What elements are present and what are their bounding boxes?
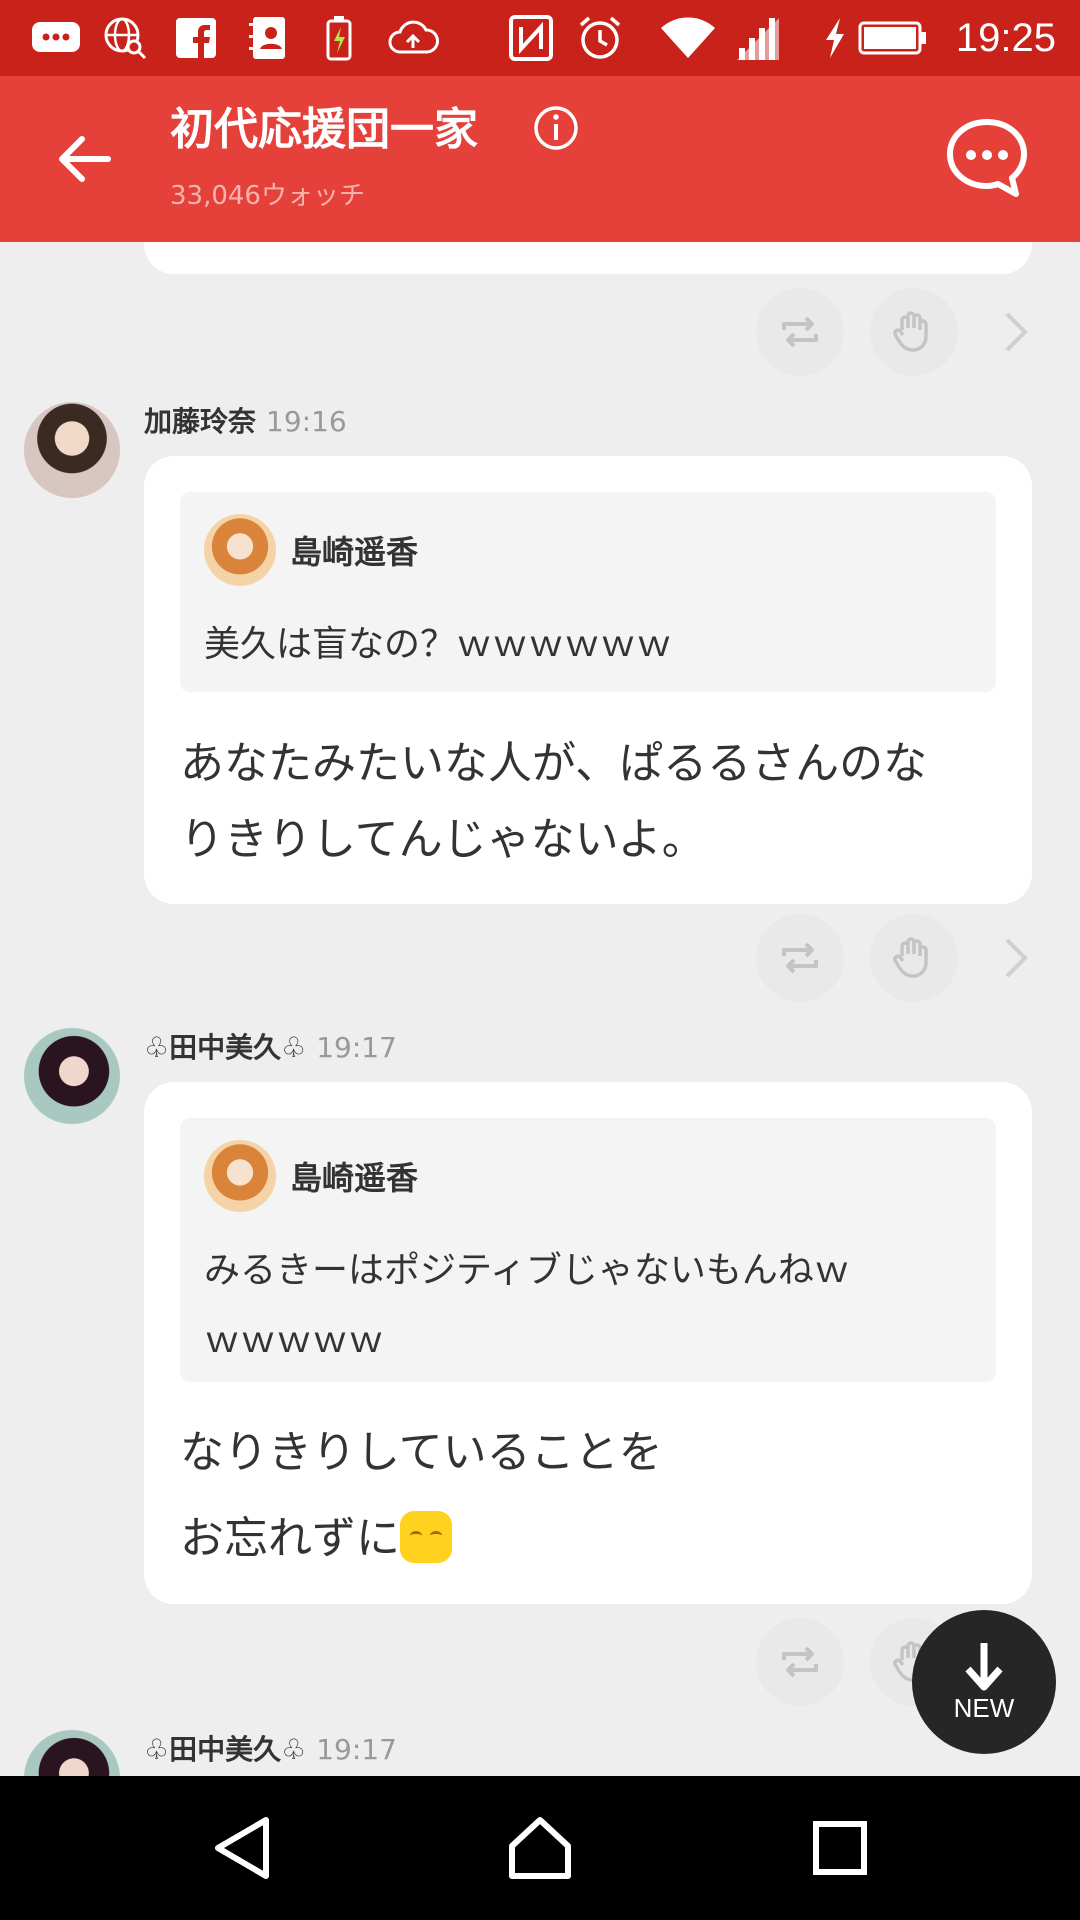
- repost-button[interactable]: [756, 288, 844, 376]
- facebook-icon: [174, 14, 218, 62]
- message-time: 19:16: [266, 405, 347, 438]
- new-messages-button[interactable]: NEW: [912, 1610, 1056, 1754]
- message-actions: [0, 914, 1080, 1004]
- quote-author: 島崎遥香: [290, 533, 419, 571]
- quote-author: 島崎遥香: [290, 1159, 419, 1197]
- repost-icon: [782, 942, 818, 974]
- repost-button[interactable]: [756, 1618, 844, 1706]
- wifi-icon: [658, 14, 718, 62]
- avatar[interactable]: [24, 1730, 120, 1776]
- author-name: ♧田中美久♧: [144, 1733, 307, 1766]
- previous-message-card: [144, 242, 1032, 274]
- recents-nav-button[interactable]: [792, 1800, 888, 1896]
- message-actions: [0, 288, 1080, 378]
- message-text-segment: お忘れずに: [180, 1513, 400, 1564]
- repost-icon: [782, 316, 818, 348]
- chevron-right-icon[interactable]: [996, 302, 1036, 362]
- home-nav-button[interactable]: [492, 1800, 588, 1896]
- quote-text: 美久は盲なの？ｗｗｗｗｗｗ: [204, 624, 673, 665]
- chat-bubble-icon: [28, 14, 84, 62]
- web-search-icon: [100, 14, 150, 62]
- quoted-message[interactable]: 島崎遥香 みるきーはポジティブじゃないもんねｗ ｗｗｗｗｗ: [180, 1118, 996, 1382]
- home-icon: [509, 1817, 571, 1879]
- repost-icon: [782, 1646, 818, 1678]
- message-text: なりきりしていることを お忘れずに: [180, 1410, 1000, 1582]
- new-label: NEW: [953, 1693, 1015, 1723]
- triangle-back-icon: [215, 1817, 269, 1879]
- message-text-line: りきりしてんじゃないよ。: [180, 814, 706, 865]
- hand-icon: [893, 937, 928, 978]
- comment-icon: [947, 119, 1027, 197]
- avatar[interactable]: [24, 1028, 120, 1124]
- quote-text-line: みるきーはポジティブじゃないもんねｗ: [204, 1250, 850, 1291]
- back-button[interactable]: [40, 114, 130, 204]
- quote-avatar: [204, 1140, 276, 1212]
- message-card[interactable]: 島崎遥香 みるきーはポジティブじゃないもんねｗ ｗｗｗｗｗ なりきりしていること…: [144, 1082, 1032, 1604]
- author-name: ♧田中美久♧: [144, 1031, 307, 1064]
- chat-button[interactable]: [944, 116, 1030, 202]
- navigation-bar: [0, 1776, 1080, 1920]
- message-time: 19:17: [316, 1031, 397, 1064]
- message-text-line: お忘れずに: [180, 1496, 1000, 1582]
- message-text-line: なりきりしていることを: [180, 1427, 663, 1478]
- clap-button[interactable]: [870, 914, 958, 1002]
- alarm-icon: [576, 14, 624, 62]
- message-author[interactable]: ♧田中美久♧ 19:17: [144, 1730, 397, 1770]
- room-title: 初代応援団一家: [170, 104, 478, 155]
- message-text: あなたみたいな人が、ぱるるさんのな りきりしてんじゃないよ。: [180, 726, 1000, 878]
- clap-button[interactable]: [870, 288, 958, 376]
- quote-text: みるきーはポジティブじゃないもんねｗ ｗｗｗｗｗ: [204, 1236, 974, 1376]
- quote-text-line: ｗｗｗｗｗ: [204, 1320, 385, 1361]
- contacts-icon: [246, 14, 290, 62]
- back-nav-button[interactable]: [194, 1800, 290, 1896]
- message-author[interactable]: 加藤玲奈 19:16: [144, 402, 347, 442]
- status-bar: 19:25: [0, 0, 1080, 76]
- charging-icon: [820, 14, 850, 62]
- watch-count: 33,046ウォッチ: [170, 181, 365, 211]
- chevron-right-icon[interactable]: [996, 928, 1036, 988]
- repost-button[interactable]: [756, 914, 844, 1002]
- message-feed[interactable]: 加藤玲奈 19:16 島崎遥香 美久は盲なの？ｗｗｗｗｗｗ あなたみたいな人が、ぱ…: [0, 242, 1080, 1776]
- quoted-message[interactable]: 島崎遥香 美久は盲なの？ｗｗｗｗｗｗ: [180, 492, 996, 692]
- cloud-upload-icon: [386, 14, 440, 62]
- message-time: 19:17: [316, 1733, 397, 1766]
- message-card[interactable]: 島崎遥香 美久は盲なの？ｗｗｗｗｗｗ あなたみたいな人が、ぱるるさんのな りきり…: [144, 456, 1032, 904]
- nfc-icon: [508, 14, 554, 62]
- smiling-face-emoji-icon: [400, 1511, 452, 1563]
- avatar[interactable]: [24, 402, 120, 498]
- info-icon[interactable]: [532, 104, 580, 152]
- hand-icon: [893, 311, 928, 352]
- message-author[interactable]: ♧田中美久♧ 19:17: [144, 1028, 397, 1068]
- author-name: 加藤玲奈: [144, 405, 257, 438]
- screen: 19:25 初代応援団一家 33,046ウォッチ 加藤玲奈 19:16 島崎遥香…: [0, 0, 1080, 1920]
- app-bar: 初代応援団一家 33,046ウォッチ: [0, 76, 1080, 242]
- square-recents-icon: [813, 1821, 867, 1875]
- battery-icon: [858, 14, 928, 62]
- battery-saver-icon: [322, 14, 356, 62]
- clock: 19:25: [955, 16, 1056, 60]
- quote-avatar: [204, 514, 276, 586]
- cell-signal-icon: [734, 14, 782, 62]
- arrow-left-icon: [59, 136, 111, 182]
- arrow-down-icon: [965, 1643, 1003, 1691]
- message-text-line: あなたみたいな人が、ぱるるさんのな: [180, 738, 928, 789]
